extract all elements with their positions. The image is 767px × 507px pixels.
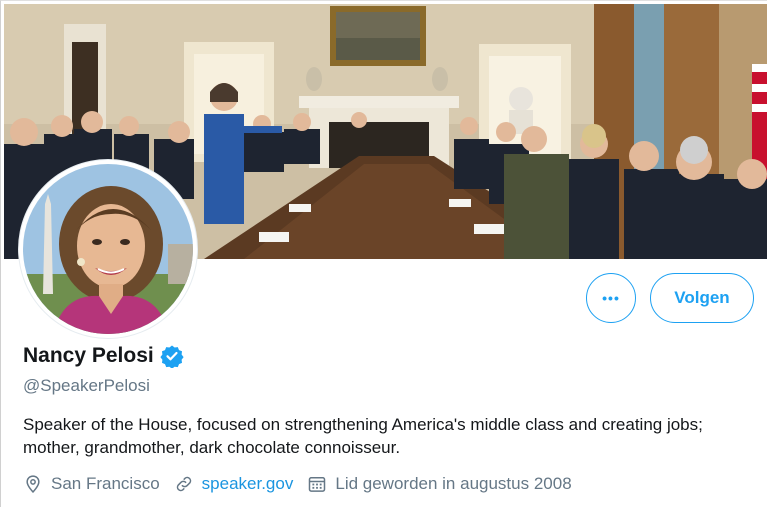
- profile-bio: Speaker of the House, focused on strengt…: [23, 415, 703, 457]
- profile-meta-row: San Francisco speaker.gov Lid geworden i…: [23, 474, 586, 494]
- link-icon: [176, 476, 191, 492]
- follow-button[interactable]: Volgen: [650, 273, 754, 323]
- more-options-button[interactable]: •••: [586, 273, 636, 323]
- follow-button-label: Volgen: [674, 288, 730, 307]
- profile-handle: @SpeakerPelosi: [23, 376, 150, 395]
- profile-avatar[interactable]: [19, 160, 197, 338]
- website-link[interactable]: speaker.gov: [202, 474, 294, 494]
- profile-name: Nancy Pelosi: [23, 344, 154, 367]
- calendar-icon: [309, 477, 326, 492]
- more-options-icon: •••: [602, 290, 620, 306]
- location-pin-icon: [26, 475, 40, 493]
- profile-name-row: Nancy Pelosi: [23, 344, 184, 368]
- website-item: speaker.gov: [174, 474, 294, 494]
- joined-text: Lid geworden in augustus 2008: [335, 474, 572, 493]
- verified-badge-icon[interactable]: [160, 344, 184, 368]
- location-item: San Francisco: [23, 474, 160, 494]
- joined-item: Lid geworden in augustus 2008: [307, 474, 572, 494]
- location-text: San Francisco: [51, 474, 160, 493]
